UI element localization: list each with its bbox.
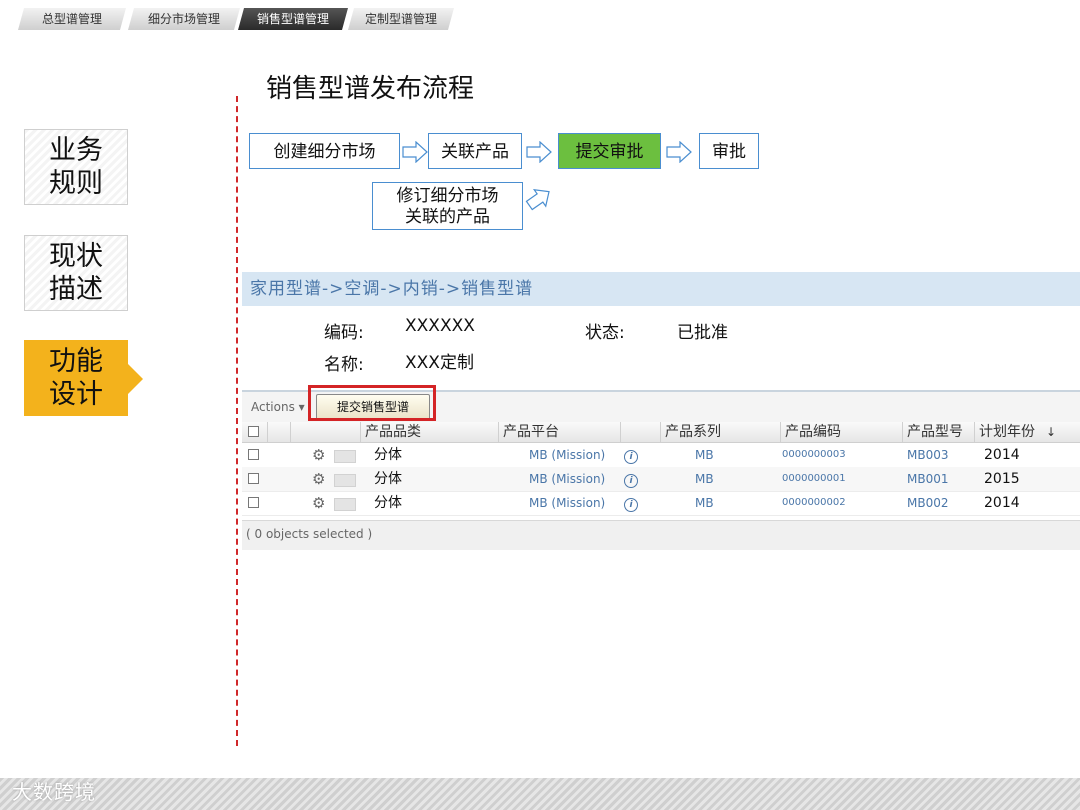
gear-icon[interactable]: ⚙ (312, 491, 325, 515)
info-icon[interactable]: i (624, 449, 638, 464)
status-value: 已批准 (677, 323, 728, 343)
grid-spacer-column (290, 422, 310, 442)
tab-custom-spectrum[interactable]: 定制型谱管理 (348, 8, 454, 30)
tab-segment-market[interactable]: 细分市场管理 (128, 8, 240, 30)
section-divider (236, 96, 238, 746)
code-label: 编码: (324, 323, 364, 343)
tab-overall-spectrum[interactable]: 总型谱管理 (18, 8, 126, 30)
column-header-model[interactable]: 产品型号 (902, 422, 974, 442)
flow-step-submit-approval: 提交审批 (558, 133, 661, 169)
flow-step-create-segment: 创建细分市场 (249, 133, 400, 169)
flow-step-revise: 修订细分市场 关联的产品 (372, 182, 523, 230)
selection-status: ( 0 objects selected ) (242, 520, 1080, 550)
gear-icon[interactable]: ⚙ (312, 443, 325, 467)
cell-code[interactable]: 0000000002 (782, 491, 846, 515)
actions-dropdown[interactable]: Actions ▾ (251, 400, 305, 414)
status-label: 状态: (585, 323, 625, 343)
cell-year: 2014 (984, 447, 1020, 463)
grid-header: 产品品类 产品平台 产品系列 产品编码 产品型号 计划年份 ↓ (242, 422, 1080, 443)
cell-year: 2015 (984, 471, 1020, 487)
cell-code[interactable]: 0000000003 (782, 443, 846, 467)
row-checkbox[interactable] (248, 497, 259, 508)
menu-business-rules[interactable]: 业务规则 (24, 129, 128, 205)
select-all-checkbox[interactable] (248, 426, 259, 437)
flow-step-revise-line1: 修订细分市场 (396, 186, 499, 206)
table-row[interactable]: ⚙ 分体 MB (Mission) i MB 0000000003 MB003 … (242, 443, 1080, 468)
row-checkbox[interactable] (248, 449, 259, 460)
name-label: 名称: (324, 355, 364, 375)
column-header-series[interactable]: 产品系列 (660, 422, 780, 442)
cell-platform[interactable]: MB (Mission) (529, 467, 605, 491)
cell-category: 分体 (374, 495, 402, 511)
column-header-platform[interactable]: 产品平台 (498, 422, 620, 442)
page-title: 销售型谱发布流程 (266, 74, 475, 104)
code-value: XXXXXX (405, 316, 475, 336)
flow-step-link-products: 关联产品 (428, 133, 522, 169)
highlight-frame (308, 385, 436, 421)
cell-series[interactable]: MB (695, 443, 714, 467)
info-icon[interactable]: i (624, 497, 638, 512)
cell-model[interactable]: MB001 (907, 467, 949, 491)
breadcrumb: 家用型谱->空调->内销->销售型谱 (242, 272, 1080, 306)
flow-arrow-icon (666, 141, 692, 163)
flow-step-revise-line2: 关联的产品 (405, 207, 490, 227)
sort-down-icon[interactable]: ↓ (1042, 422, 1062, 442)
toggle-icon[interactable] (334, 498, 356, 511)
cell-model[interactable]: MB002 (907, 491, 949, 515)
cell-series[interactable]: MB (695, 467, 714, 491)
cell-year: 2014 (984, 495, 1020, 511)
grid-spacer-column (267, 422, 279, 442)
cell-category: 分体 (374, 471, 402, 487)
flow-step-approve: 审批 (699, 133, 759, 169)
menu-current-status[interactable]: 现状描述 (24, 235, 128, 311)
gear-icon[interactable]: ⚙ (312, 467, 325, 491)
info-icon[interactable]: i (624, 473, 638, 488)
tab-sales-spectrum[interactable]: 销售型谱管理 (238, 8, 348, 30)
toggle-icon[interactable] (334, 474, 356, 487)
column-header-category[interactable]: 产品品类 (360, 422, 498, 442)
table-row[interactable]: ⚙ 分体 MB (Mission) i MB 0000000002 MB002 … (242, 491, 1080, 516)
flow-arrow-icon (402, 141, 428, 163)
watermark: 大数跨境 (12, 780, 96, 804)
bottom-strip (0, 778, 1080, 810)
flow-arrow-icon (526, 141, 552, 163)
toggle-icon[interactable] (334, 450, 356, 463)
cell-series[interactable]: MB (695, 491, 714, 515)
flow-arrow-diagonal-icon (525, 189, 550, 211)
column-header-code[interactable]: 产品编码 (780, 422, 902, 442)
row-checkbox[interactable] (248, 473, 259, 484)
cell-model[interactable]: MB003 (907, 443, 949, 467)
cell-code[interactable]: 0000000001 (782, 467, 846, 491)
cell-category: 分体 (374, 447, 402, 463)
column-header-year[interactable]: 计划年份 (974, 422, 1050, 442)
cell-platform[interactable]: MB (Mission) (529, 443, 605, 467)
menu-function-design[interactable]: 功能设计 (24, 340, 143, 416)
cell-platform[interactable]: MB (Mission) (529, 491, 605, 515)
table-row[interactable]: ⚙ 分体 MB (Mission) i MB 0000000001 MB001 … (242, 467, 1080, 492)
grid-spacer-column (620, 422, 660, 442)
name-value: XXX定制 (405, 353, 474, 373)
